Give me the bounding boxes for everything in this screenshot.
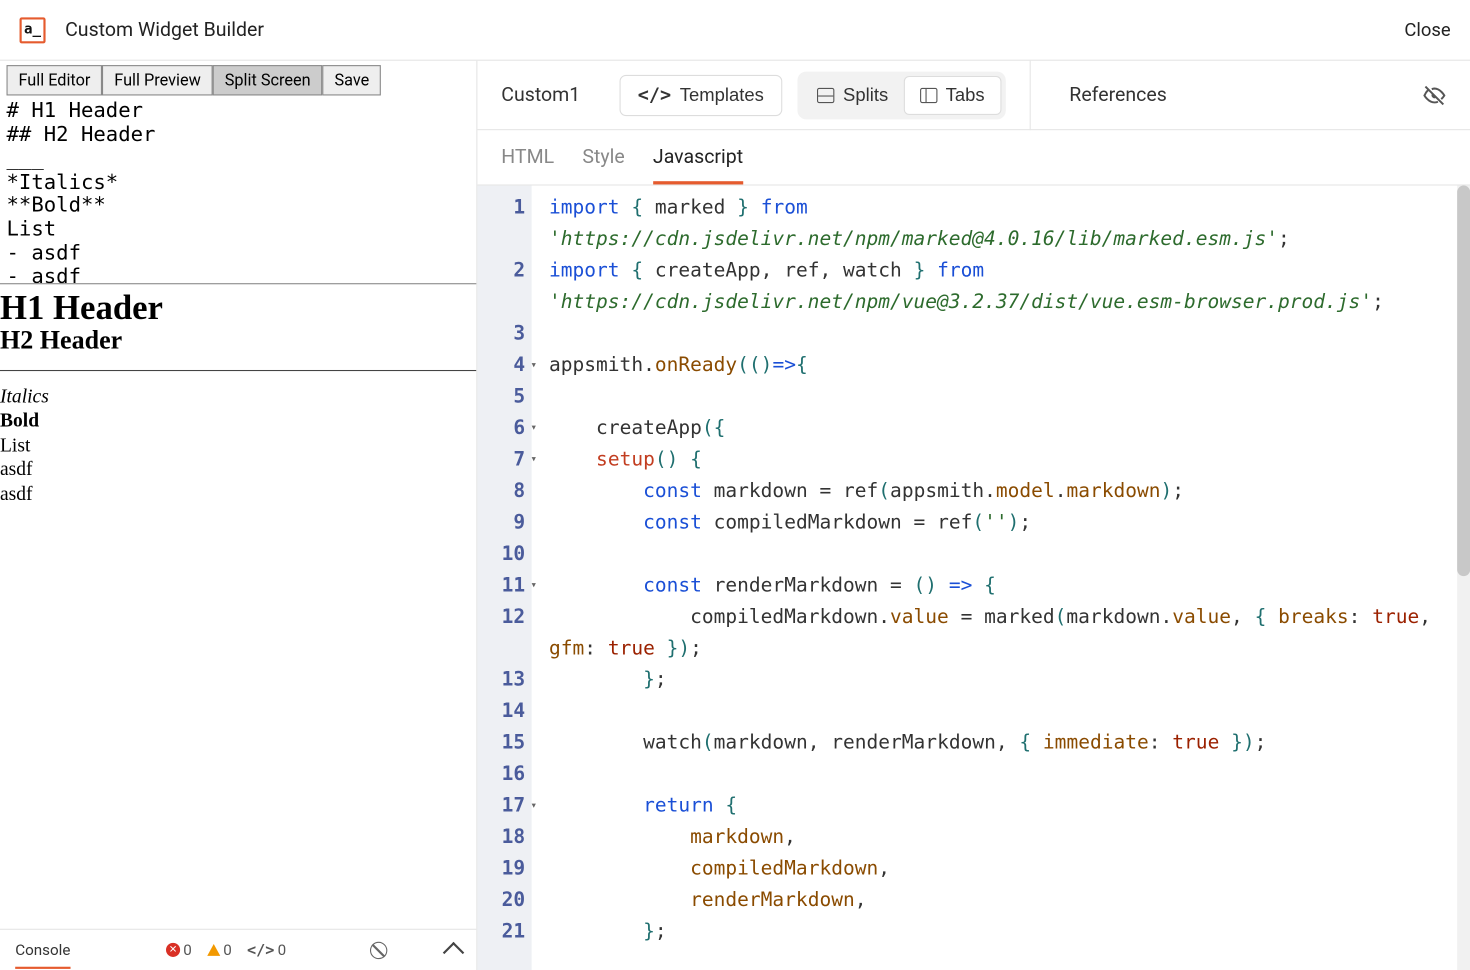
templates-button[interactable]: </> Templates <box>619 74 782 115</box>
main-area: Full Editor Full Preview Split Screen Sa… <box>0 61 1470 970</box>
markdown-source-editor[interactable]: # H1 Header ## H2 Header ___ *Italics* *… <box>0 100 476 284</box>
references-label[interactable]: References <box>1069 84 1167 107</box>
console-bar: Console ✕0 0 </>0 <box>0 929 476 970</box>
split-icon <box>817 87 834 102</box>
scrollbar-track[interactable] <box>1457 186 1470 970</box>
widget-name-label: Custom1 <box>501 84 580 107</box>
tabs-icon <box>920 87 937 102</box>
visibility-off-icon[interactable] <box>1422 83 1446 107</box>
console-tab[interactable]: Console <box>15 941 70 958</box>
code-tabs: HTML Style Javascript <box>477 130 1470 185</box>
tabs-label: Tabs <box>946 84 985 106</box>
tab-html[interactable]: HTML <box>501 145 554 184</box>
splits-label: Splits <box>843 84 888 106</box>
preview-italics: Italics <box>0 384 476 408</box>
templates-label: Templates <box>680 84 764 106</box>
expand-console-icon[interactable] <box>443 942 464 963</box>
editor-header: Custom1 </> Templates Splits Tabs Refere… <box>477 61 1470 130</box>
error-count: ✕0 <box>166 941 192 958</box>
warning-count: 0 <box>207 941 232 958</box>
vertical-divider <box>1029 60 1030 129</box>
app-title: Custom Widget Builder <box>65 18 1404 41</box>
preview-hr <box>0 370 476 371</box>
view-toolbar: Full Editor Full Preview Split Screen Sa… <box>0 61 476 100</box>
preview-list-item: asdf <box>0 457 476 481</box>
split-screen-button[interactable]: Split Screen <box>213 65 323 95</box>
markdown-preview: H1 Header H2 Header Italics Bold List as… <box>0 284 476 928</box>
code-content[interactable]: import { marked } from'https://cdn.jsdel… <box>532 186 1470 970</box>
preview-list-label: List <box>0 433 476 457</box>
full-editor-button[interactable]: Full Editor <box>7 65 103 95</box>
code-editor[interactable]: 123456789101112131415161718192021 import… <box>477 186 1470 970</box>
splits-button[interactable]: Splits <box>802 75 904 114</box>
left-pane: Full Editor Full Preview Split Screen Sa… <box>0 61 477 970</box>
close-button[interactable]: Close <box>1404 19 1450 41</box>
tab-style[interactable]: Style <box>582 145 624 184</box>
clear-console-icon[interactable] <box>370 941 387 958</box>
app-logo-icon: a_ <box>20 17 46 43</box>
info-count: </>0 <box>247 941 286 958</box>
preview-list-item: asdf <box>0 482 476 506</box>
tabs-button[interactable]: Tabs <box>903 75 1001 114</box>
app-header: a_ Custom Widget Builder Close <box>0 0 1470 61</box>
scrollbar-thumb[interactable] <box>1457 186 1470 577</box>
preview-bold: Bold <box>0 408 476 432</box>
code-icon: </> <box>638 84 671 106</box>
line-gutter: 123456789101112131415161718192021 <box>477 186 531 970</box>
tab-javascript[interactable]: Javascript <box>653 145 743 184</box>
full-preview-button[interactable]: Full Preview <box>102 65 212 95</box>
right-pane: Custom1 </> Templates Splits Tabs Refere… <box>477 61 1470 970</box>
preview-h1: H1 Header <box>0 289 476 327</box>
layout-segmented-control: Splits Tabs <box>797 71 1005 119</box>
preview-h2: H2 Header <box>0 327 476 357</box>
save-button[interactable]: Save <box>323 65 382 95</box>
